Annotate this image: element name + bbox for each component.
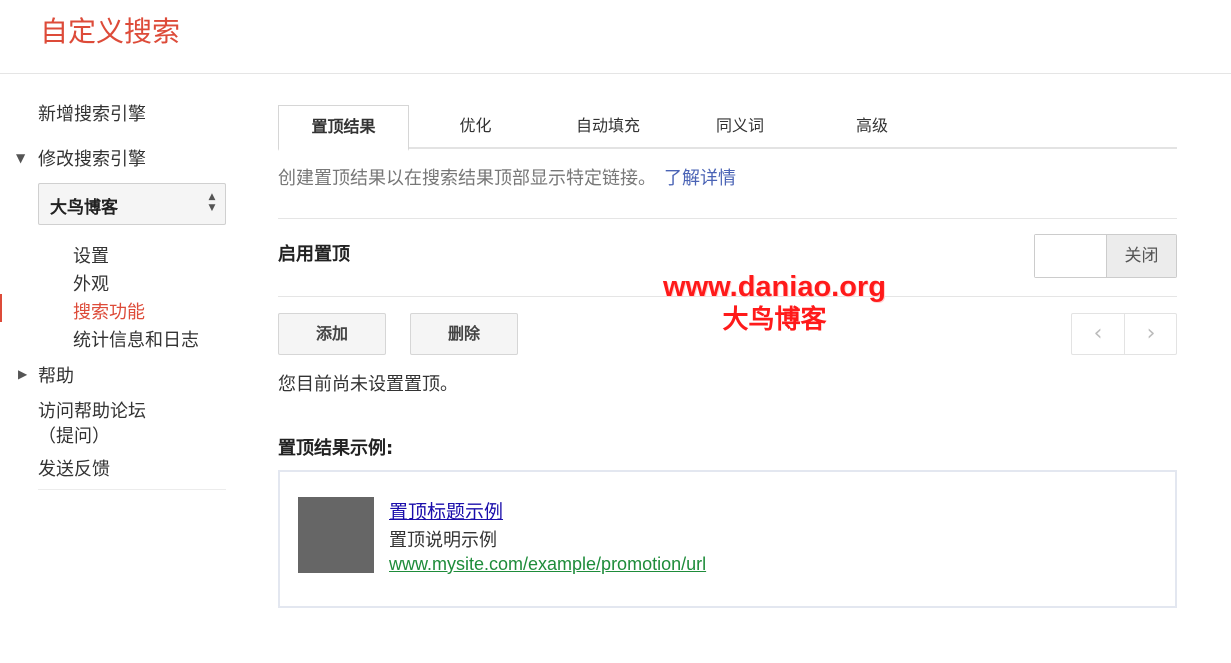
tab-autocomplete[interactable]: 自动填充 (558, 105, 658, 149)
enable-toggle[interactable]: 关闭 (1034, 234, 1177, 278)
forum-link[interactable]: 访问帮助论坛 (38, 397, 146, 423)
engine-select[interactable]: 大鸟博客 ▲ ▼ (38, 183, 226, 225)
add-button[interactable]: 添加 (278, 313, 386, 355)
new-engine-link[interactable]: 新增搜索引擎 (38, 100, 146, 126)
tab-advanced[interactable]: 高级 (822, 105, 922, 149)
example-description: 置顶说明示例 (389, 530, 497, 551)
pager: ‹ › (1071, 313, 1177, 355)
enable-promotions-label: 启用置顶 (278, 244, 350, 265)
example-title-link[interactable]: 置顶标题示例 (389, 497, 503, 524)
divider (278, 218, 1177, 219)
help-link[interactable]: 帮助 (38, 362, 74, 388)
feedback-link[interactable]: 发送反馈 (38, 455, 110, 481)
toggle-state: 关闭 (1107, 235, 1176, 277)
sidebar-item-appearance[interactable]: 外观 (73, 270, 109, 296)
watermark: www.daniao.org 大鸟博客 (652, 270, 897, 336)
header: 自定义搜索 (0, 0, 1231, 74)
watermark-name: 大鸟博客 (722, 304, 827, 335)
engine-select-value: 大鸟博客 (50, 198, 118, 218)
intro-description: 创建置顶结果以在搜索结果顶部显示特定链接。 (278, 168, 656, 189)
sidebar-divider (38, 489, 226, 490)
tab-promotions[interactable]: 置顶结果 (278, 105, 409, 151)
chevron-left-icon[interactable]: ‹ (1072, 314, 1124, 354)
app-title: 自定义搜索 (40, 15, 181, 48)
intro-text: 创建置顶结果以在搜索结果顶部显示特定链接。 了解详情 (278, 164, 736, 190)
sidebar-item-stats-logs[interactable]: 统计信息和日志 (73, 326, 199, 352)
example-heading: 置顶结果示例: (278, 438, 394, 459)
empty-message: 您目前尚未设置置顶。 (278, 374, 458, 395)
delete-button[interactable]: 删除 (410, 313, 518, 355)
chevron-right-icon[interactable]: › (1125, 314, 1177, 354)
triangle-right-icon[interactable]: ▶ (18, 367, 27, 381)
learn-more-link[interactable]: 了解详情 (664, 168, 736, 189)
forum-link-ask[interactable]: （提问） (38, 422, 110, 448)
tab-synonyms[interactable]: 同义词 (690, 105, 790, 149)
sidebar-item-settings[interactable]: 设置 (73, 242, 109, 268)
tab-refinements[interactable]: 优化 (423, 105, 528, 149)
main-content: 置顶结果 优化 自动填充 同义词 高级 创建置顶结果以在搜索结果顶部显示特定链接… (278, 74, 1177, 663)
updown-icon: ▲ ▼ (208, 192, 216, 213)
example-url[interactable]: www.mysite.com/example/promotion/url (389, 554, 706, 575)
example-preview: 置顶标题示例 置顶说明示例 www.mysite.com/example/pro… (278, 470, 1177, 608)
edit-engine-link[interactable]: 修改搜索引擎 (38, 145, 146, 171)
watermark-url: www.daniao.org (663, 271, 886, 303)
example-thumbnail (298, 497, 374, 573)
sidebar-item-search-features[interactable]: 搜索功能 (73, 298, 145, 324)
tab-bar: 置顶结果 优化 自动填充 同义词 高级 (278, 105, 1177, 151)
sidebar: 新增搜索引擎 ▼ 修改搜索引擎 大鸟博客 ▲ ▼ 设置 外观 搜索功能 统计信息和… (0, 74, 240, 663)
active-indicator (0, 294, 2, 322)
triangle-down-icon[interactable]: ▼ (16, 151, 25, 165)
toggle-knob (1035, 235, 1107, 277)
